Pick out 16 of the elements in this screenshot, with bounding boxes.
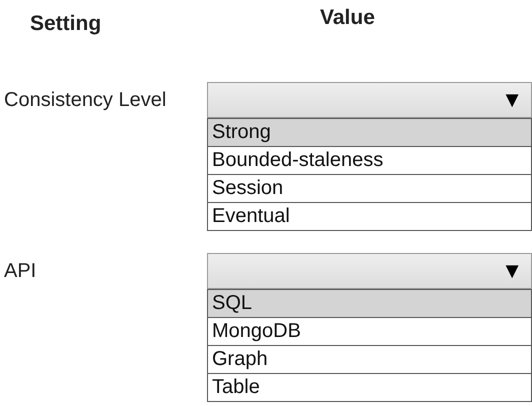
- setting-label: Consistency Level: [4, 88, 166, 112]
- dropdown-option[interactable]: Strong: [207, 119, 532, 147]
- dropdown-option[interactable]: SQL: [207, 290, 532, 318]
- dropdown-option[interactable]: Graph: [207, 346, 532, 374]
- dropdown[interactable]: ▼: [207, 82, 532, 118]
- column-header: Setting: [30, 12, 102, 36]
- dropdown-option[interactable]: Session: [207, 175, 532, 203]
- dropdown-option[interactable]: Table: [207, 374, 532, 402]
- dropdown[interactable]: ▼: [207, 253, 532, 289]
- dropdown-option[interactable]: Eventual: [207, 203, 532, 231]
- column-header: Value: [320, 6, 375, 30]
- caret-icon: ▼: [501, 87, 523, 113]
- setting-label: API: [4, 260, 36, 282]
- caret-icon: ▼: [501, 258, 523, 284]
- dropdown-option[interactable]: Bounded-staleness: [207, 147, 532, 175]
- dropdown-option[interactable]: MongoDB: [207, 318, 532, 346]
